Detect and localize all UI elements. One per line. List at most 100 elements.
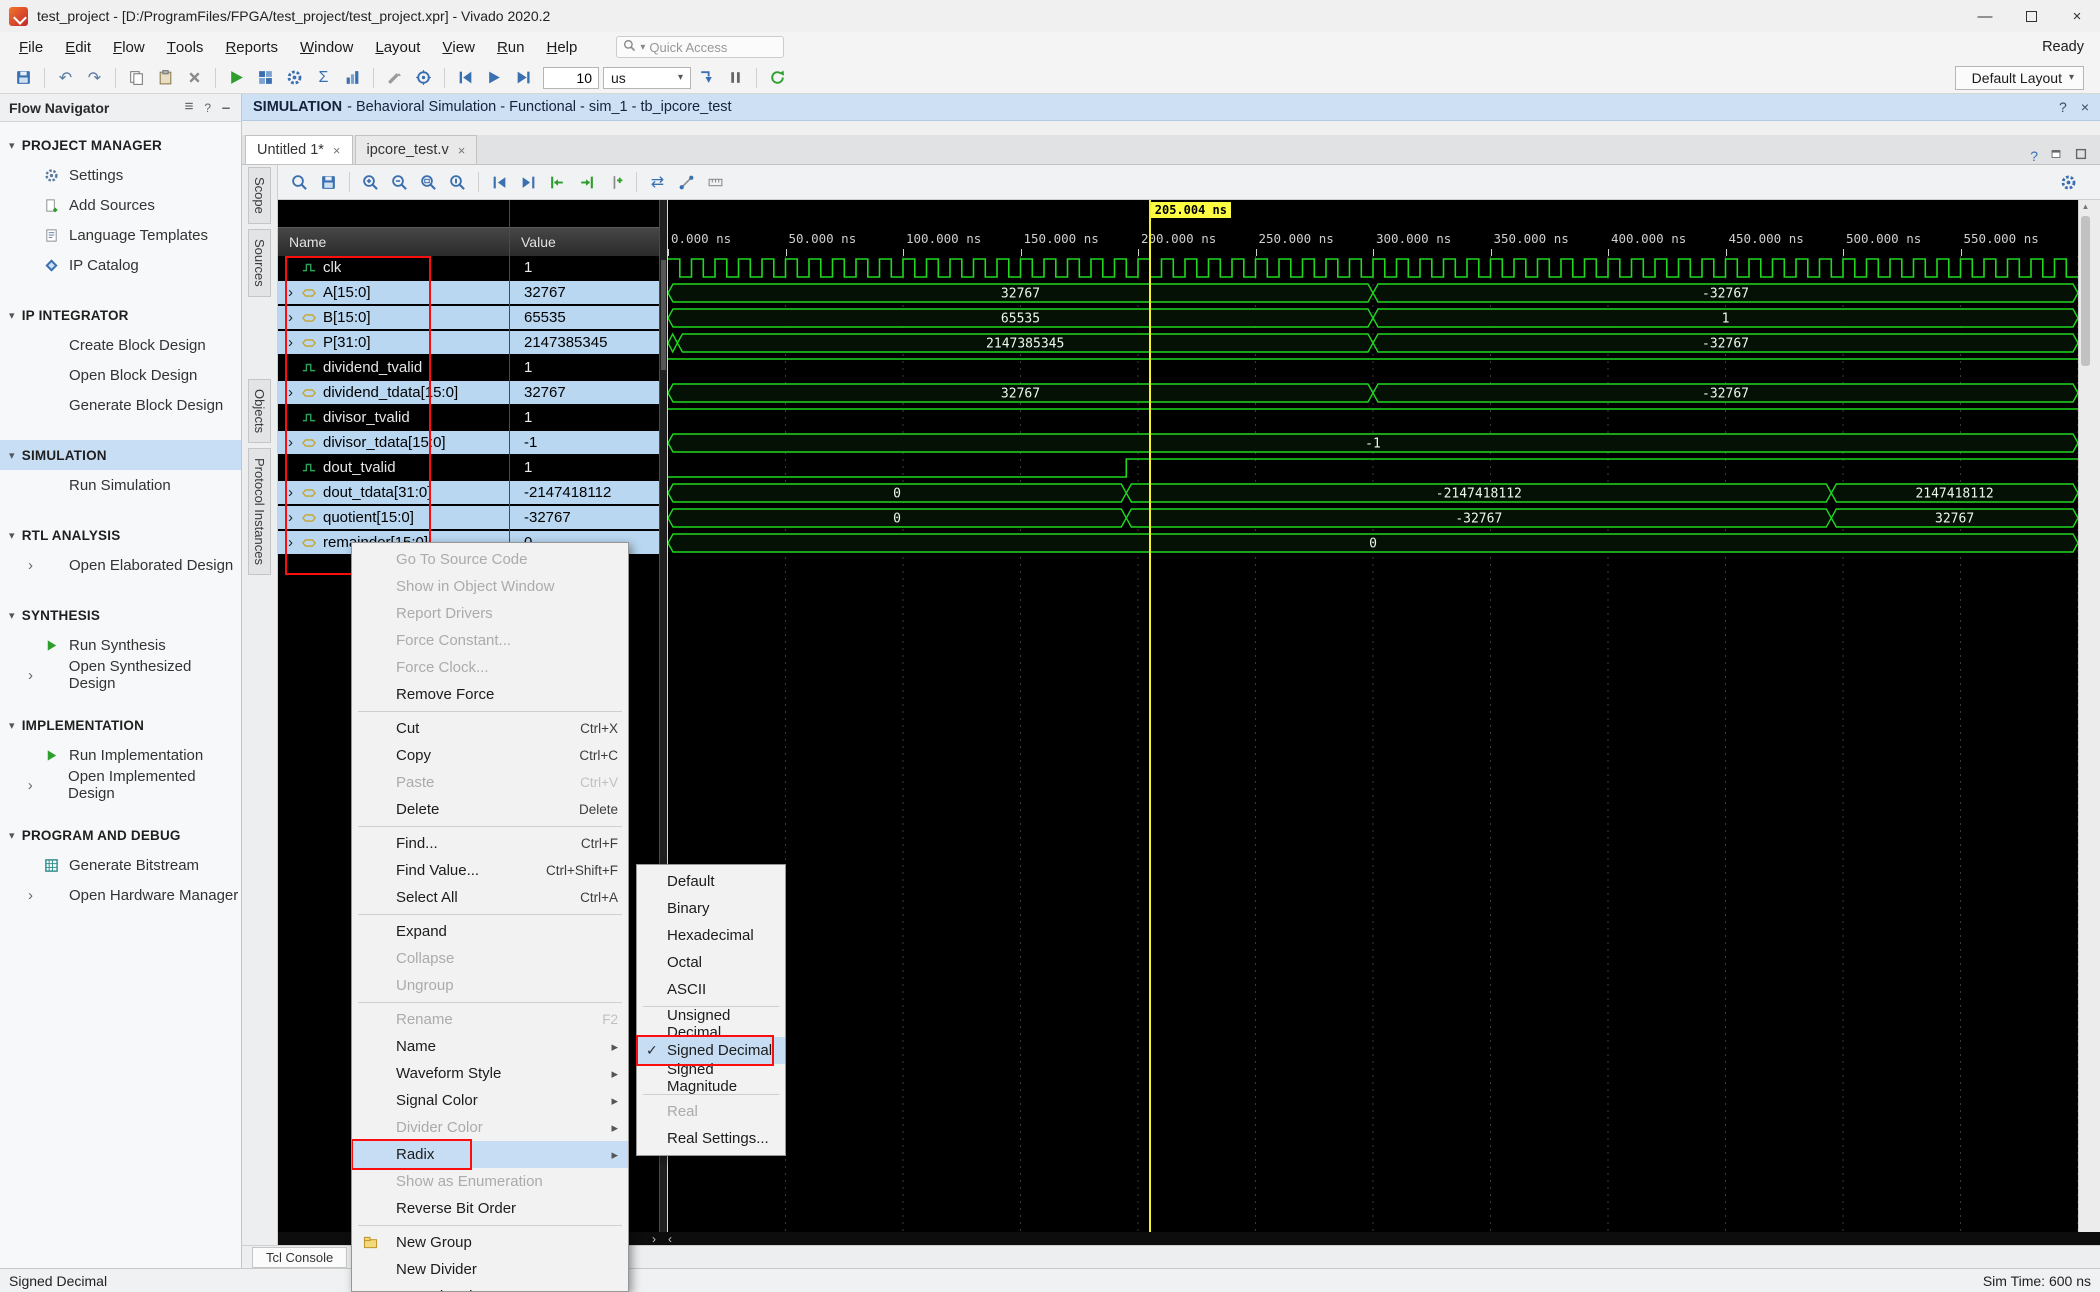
fn-section-project-manager[interactable]: ▾PROJECT MANAGER — [0, 130, 241, 160]
maximize-icon[interactable] — [2008, 0, 2054, 32]
signal-row-divisor-tvalid[interactable]: divisor_tvalid — [278, 406, 509, 431]
radix-option-signed-magnitude[interactable]: Signed Magnitude — [637, 1064, 785, 1091]
fn-item-open-synthesized-design[interactable]: ›Open Synthesized Design — [0, 660, 241, 690]
fn-item-language-templates[interactable]: Language Templates — [0, 220, 241, 250]
menu-edit[interactable]: Edit — [54, 32, 102, 62]
settings-gear-icon[interactable] — [2055, 169, 2082, 195]
scroll-left-icon[interactable]: ‹ — [668, 1232, 672, 1246]
waveform-plot-area[interactable]: 0.000 ns50.000 ns100.000 ns150.000 ns200… — [668, 200, 2078, 1232]
expand-chevron-icon[interactable]: › — [284, 284, 297, 301]
menu-item-waveform-style[interactable]: Waveform Style▸ — [352, 1060, 628, 1087]
tab-tcl-console[interactable]: Tcl Console — [252, 1247, 347, 1268]
scrollbar-thumb[interactable] — [661, 260, 666, 370]
copy-icon[interactable] — [123, 65, 150, 91]
menu-flow[interactable]: Flow — [102, 32, 156, 62]
menu-view[interactable]: View — [431, 32, 486, 62]
signal-value-dout-tvalid[interactable]: 1 — [510, 456, 659, 481]
radix-option-ascii[interactable]: ASCII — [637, 976, 785, 1003]
menu-reports[interactable]: Reports — [214, 32, 289, 62]
expand-chevron-icon[interactable]: › — [24, 557, 37, 574]
signal-value-a-15-0[interactable]: 32767 — [510, 281, 659, 306]
menu-item-reverse-bit-order[interactable]: Reverse Bit Order — [352, 1195, 628, 1222]
menu-layout[interactable]: Layout — [364, 32, 431, 62]
fn-item-run-synthesis[interactable]: Run Synthesis — [0, 630, 241, 660]
expand-chevron-icon[interactable]: › — [284, 334, 297, 351]
menu-item-select-all[interactable]: Select AllCtrl+A — [352, 884, 628, 911]
signal-row-dividend-tvalid[interactable]: dividend_tvalid — [278, 356, 509, 381]
fn-section-simulation[interactable]: ▾SIMULATION — [0, 440, 241, 470]
signal-row-clk[interactable]: clk — [278, 256, 509, 281]
save-wave-icon[interactable] — [315, 169, 342, 195]
minimize-panel-icon[interactable] — [220, 100, 232, 115]
save-project-icon[interactable] — [10, 65, 37, 91]
time-cursor[interactable] — [1149, 200, 1151, 1232]
fn-item-ip-catalog[interactable]: IP Catalog — [0, 250, 241, 280]
expand-chevron-icon[interactable]: › — [284, 509, 297, 526]
dashboard-icon[interactable] — [252, 65, 279, 91]
signal-row-b-15-0[interactable]: ›B[15:0] — [278, 306, 509, 331]
run-for-icon[interactable] — [510, 65, 537, 91]
side-tab-objects[interactable]: Objects — [248, 379, 271, 443]
signal-value-dividend-tdata-15-0[interactable]: 32767 — [510, 381, 659, 406]
report-icon[interactable] — [339, 65, 366, 91]
side-tab-protocol-instances[interactable]: Protocol Instances — [248, 448, 271, 575]
fn-item-open-implemented-design[interactable]: ›Open Implemented Design — [0, 770, 241, 800]
signal-row-quotient-15-0[interactable]: ›quotient[15:0] — [278, 506, 509, 531]
fn-section-rtl-analysis[interactable]: ▾RTL ANALYSIS — [0, 520, 241, 550]
swap-cursors-icon[interactable]: ⇄ — [644, 169, 671, 195]
menu-item-new-group[interactable]: New Group — [352, 1229, 628, 1256]
run-icon[interactable] — [223, 65, 250, 91]
menu-item-find[interactable]: Find...Ctrl+F — [352, 830, 628, 857]
expand-chevron-icon[interactable]: › — [284, 484, 297, 501]
signal-value-divisor-tvalid[interactable]: 1 — [510, 406, 659, 431]
radix-option-binary[interactable]: Binary — [637, 895, 785, 922]
quick-access-box[interactable]: ▾Quick Access — [616, 36, 784, 58]
signal-value-quotient-15-0[interactable]: -32767 — [510, 506, 659, 531]
collapse-arrow-icon[interactable]: ▾ — [9, 719, 15, 732]
fn-section-program-and-debug[interactable]: ▾PROGRAM AND DEBUG — [0, 820, 241, 850]
menu-item-new-divider[interactable]: New Divider — [352, 1256, 628, 1283]
expand-chevron-icon[interactable]: › — [284, 434, 297, 451]
fn-item-open-block-design[interactable]: Open Block Design — [0, 360, 241, 390]
collapse-arrow-icon[interactable]: ▾ — [9, 449, 15, 462]
go-to-start-icon[interactable] — [486, 169, 513, 195]
find-icon[interactable] — [286, 169, 313, 195]
menu-window[interactable]: Window — [289, 32, 364, 62]
signal-value-p-31-0[interactable]: 2147385345 — [510, 331, 659, 356]
menu-file[interactable]: File — [8, 32, 54, 62]
pause-icon[interactable] — [722, 65, 749, 91]
settings-gear-icon[interactable] — [281, 65, 308, 91]
signal-value-b-15-0[interactable]: 65535 — [510, 306, 659, 331]
fn-item-create-block-design[interactable]: Create Block Design — [0, 330, 241, 360]
expand-chevron-icon[interactable]: › — [24, 887, 37, 904]
redo-icon[interactable]: ↷ — [81, 65, 108, 91]
collapse-arrow-icon[interactable]: ▾ — [9, 529, 15, 542]
signal-row-p-31-0[interactable]: ›P[31:0] — [278, 331, 509, 356]
radix-option-default[interactable]: Default — [637, 868, 785, 895]
layout-select[interactable]: Default Layout▾ — [1955, 66, 2084, 90]
delete-icon[interactable] — [181, 65, 208, 91]
add-marker-icon[interactable] — [602, 169, 629, 195]
fn-section-synthesis[interactable]: ▾SYNTHESIS — [0, 600, 241, 630]
expand-chevron-icon[interactable]: › — [24, 777, 37, 794]
expand-chevron-icon[interactable]: › — [284, 534, 297, 551]
restart-icon[interactable] — [452, 65, 479, 91]
fn-item-add-sources[interactable]: Add Sources — [0, 190, 241, 220]
fn-item-generate-block-design[interactable]: Generate Block Design — [0, 390, 241, 420]
waveform-vertical-scrollbar[interactable]: ▲ — [2078, 200, 2092, 1232]
fn-item-open-elaborated-design[interactable]: ›Open Elaborated Design — [0, 550, 241, 580]
radix-option-octal[interactable]: Octal — [637, 949, 785, 976]
tab-close-icon[interactable]: × — [458, 143, 466, 158]
side-tab-sources[interactable]: Sources — [248, 229, 271, 297]
menu-item-delete[interactable]: DeleteDelete — [352, 796, 628, 823]
signal-value-divisor-tdata-15-0[interactable]: -1 — [510, 431, 659, 456]
fn-item-run-simulation[interactable]: Run Simulation — [0, 470, 241, 500]
snap-icon[interactable] — [673, 169, 700, 195]
fn-item-settings[interactable]: Settings — [0, 160, 241, 190]
radix-option-real-settings[interactable]: Real Settings... — [637, 1125, 785, 1152]
menu-item-radix[interactable]: Radix▸ — [352, 1141, 628, 1168]
scroll-up-icon[interactable]: ▲ — [2079, 202, 2092, 211]
float-window-icon[interactable] — [2049, 147, 2063, 164]
maximize-panel-icon[interactable] — [2074, 147, 2088, 164]
tab-close-icon[interactable]: × — [333, 143, 341, 158]
